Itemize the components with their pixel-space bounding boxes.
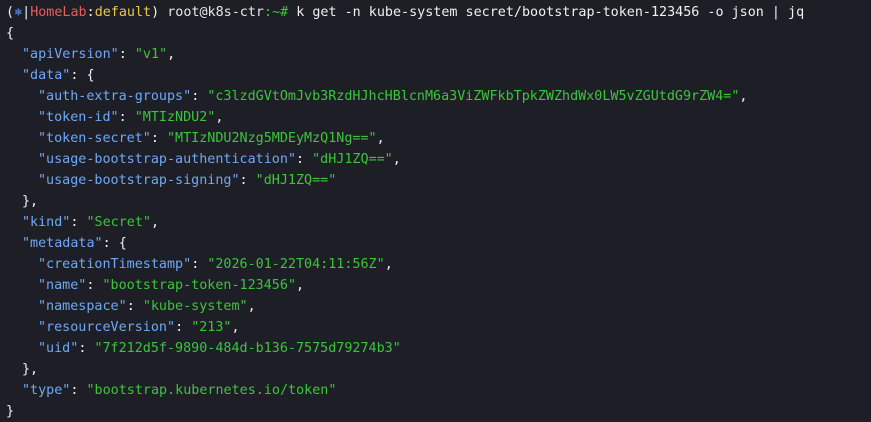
json-data-entry: "token-id": "MTIzNDU2", xyxy=(38,110,224,125)
json-key: "creationTimestamp" xyxy=(38,257,192,272)
json-key: "resourceVersion" xyxy=(38,320,176,335)
json-key: "token-secret" xyxy=(38,131,151,146)
json-metadata-entry: "resourceVersion": "213", xyxy=(38,320,240,335)
json-key: "uid" xyxy=(38,341,79,356)
json-metadata-entry: "creationTimestamp": "2026-01-22T04:11:5… xyxy=(38,257,393,272)
terminal-window[interactable]: (⎈|HomeLab:default) root@k8s-ctr:~# k ge… xyxy=(0,0,871,420)
json-value: "dHJ1ZQ==" xyxy=(255,173,337,188)
json-metadata-close-line: }, xyxy=(22,362,39,377)
json-value: "bootstrap-token-123456" xyxy=(102,278,296,293)
json-data-entry: "usage-bootstrap-authentication": "dHJ1Z… xyxy=(38,152,401,167)
prompt-colon: : xyxy=(86,5,95,20)
json-key: "metadata" xyxy=(22,236,103,251)
shell-command-text: k get -n kube-system secret/bootstrap-to… xyxy=(296,5,805,20)
json-metadata-entry: "name": "bootstrap-token-123456", xyxy=(38,278,305,293)
json-key: "name" xyxy=(38,278,87,293)
json-value: "MTIzNDU2" xyxy=(134,110,216,125)
json-value: "c3lzdGVtOmJvb3RzdHJhcHBlcnM6a3ViZWFkbTp… xyxy=(207,89,740,104)
json-value: "bootstrap.kubernetes.io/token" xyxy=(86,383,337,398)
json-data-entry: "usage-bootstrap-signing": "dHJ1ZQ==" xyxy=(38,173,337,188)
json-open-brace: { xyxy=(6,26,15,41)
json-metadata-entry: "namespace": "kube-system", xyxy=(38,299,256,314)
json-kind-line: "kind": "Secret", xyxy=(22,215,160,230)
json-type-line: "type": "bootstrap.kubernetes.io/token" xyxy=(22,383,337,398)
json-data-close-line: }, xyxy=(22,194,39,209)
json-key: "token-id" xyxy=(38,110,119,125)
json-key: "apiVersion" xyxy=(22,47,119,62)
json-value: "2026-01-22T04:11:56Z" xyxy=(207,257,385,272)
kube-namespace-name: default xyxy=(94,5,152,20)
json-apiversion-line: "apiVersion": "v1", xyxy=(22,47,176,62)
json-key: "kind" xyxy=(22,215,71,230)
json-data-entry: "auth-extra-groups": "c3lzdGVtOmJvb3RzdH… xyxy=(38,89,748,104)
json-value: "dHJ1ZQ==" xyxy=(312,152,393,167)
json-key: "namespace" xyxy=(38,299,127,314)
json-value: "v1" xyxy=(134,47,168,62)
json-value: "7f212d5f-9890-484d-b136-7575d79274b3" xyxy=(94,341,401,356)
command-prompt-line: (⎈|HomeLab:default) root@k8s-ctr:~# k ge… xyxy=(6,2,871,23)
json-data-entry: "token-secret": "MTIzNDU2Nzg5MDEyMzQ1Ng=… xyxy=(38,131,385,146)
prompt-paren-close: ) xyxy=(151,5,160,20)
prompt-user-host: root@k8s-ctr xyxy=(167,5,264,20)
json-value: "kube-system" xyxy=(142,299,248,314)
prompt-path: :~# xyxy=(264,5,289,20)
json-key: "data" xyxy=(22,68,71,83)
json-key: "usage-bootstrap-signing" xyxy=(38,173,240,188)
json-value: "213" xyxy=(191,320,232,335)
prompt-paren-open: ( xyxy=(6,5,15,20)
json-key: "usage-bootstrap-authentication" xyxy=(38,152,296,167)
json-close-brace: } xyxy=(6,404,15,419)
prompt-separator: | xyxy=(22,5,31,20)
json-value: "Secret" xyxy=(86,215,152,230)
json-key: "type" xyxy=(22,383,71,398)
json-metadata-open-line: "metadata": { xyxy=(22,236,127,251)
json-key: "auth-extra-groups" xyxy=(38,89,192,104)
kube-context-name: HomeLab xyxy=(30,5,87,20)
json-data-open-line: "data": { xyxy=(22,68,95,83)
json-value: "MTIzNDU2Nzg5MDEyMzQ1Ng==" xyxy=(167,131,377,146)
kubernetes-helm-icon: ⎈ xyxy=(14,5,23,20)
json-metadata-entry: "uid": "7f212d5f-9890-484d-b136-7575d792… xyxy=(38,341,401,356)
